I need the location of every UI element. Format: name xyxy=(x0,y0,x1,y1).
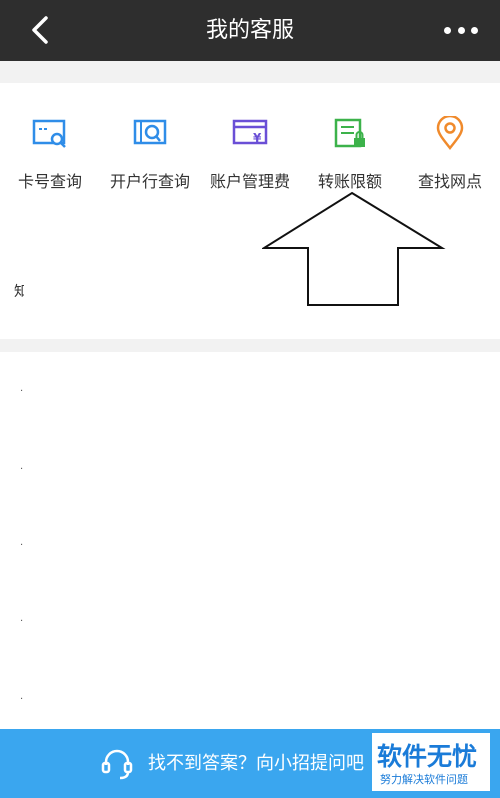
partial-text: 知 xyxy=(14,284,24,300)
more-menu-button[interactable] xyxy=(444,16,478,44)
quick-action-card-number-query[interactable]: 卡号查询 xyxy=(0,116,100,192)
watermark-title: 软件无忧 xyxy=(377,742,478,771)
dot-icon xyxy=(444,26,451,34)
quick-action-account-fee[interactable]: ¥ 账户管理费 xyxy=(200,116,300,192)
bank-search-icon xyxy=(133,119,167,145)
account-fee-icon: ¥ xyxy=(232,119,268,145)
quick-action-label: 查找网点 xyxy=(417,172,482,191)
quick-action-find-branch[interactable]: 查找网点 xyxy=(400,116,500,192)
card-search-icon xyxy=(32,119,66,148)
list-item[interactable]: · xyxy=(20,540,26,551)
up-arrow-annotation xyxy=(262,191,446,306)
list-item[interactable]: · xyxy=(20,464,26,475)
location-pin-icon xyxy=(436,116,464,150)
quick-action-label: 账户管理费 xyxy=(209,172,290,191)
quick-action-label: 转账限额 xyxy=(317,172,382,191)
list-item[interactable]: · xyxy=(20,386,26,397)
list-item[interactable]: · xyxy=(20,694,26,705)
top-nav-bar: 我的客服 xyxy=(0,0,500,61)
watermark-subtitle: 努力解决软件问题 xyxy=(380,773,468,786)
page-title: 我的客服 xyxy=(205,18,294,43)
quick-action-label: 卡号查询 xyxy=(17,172,82,191)
dot-icon xyxy=(457,26,465,34)
dot-icon xyxy=(471,26,478,34)
svg-text:¥: ¥ xyxy=(253,131,262,145)
faq-list-card: · · · · · xyxy=(0,352,500,732)
headset-icon xyxy=(101,749,133,780)
transfer-limit-icon xyxy=(334,118,365,148)
list-item[interactable]: · xyxy=(20,616,26,627)
ask-question-text: 找不到答案？向小招提问吧 xyxy=(148,753,364,774)
quick-action-label: 开户行查询 xyxy=(109,172,190,191)
watermark-logo: 软件无忧 努力解决软件问题 xyxy=(372,733,490,791)
quick-action-transfer-limit[interactable]: 转账限额 xyxy=(300,116,400,192)
quick-action-bank-query[interactable]: 开户行查询 xyxy=(100,116,200,192)
